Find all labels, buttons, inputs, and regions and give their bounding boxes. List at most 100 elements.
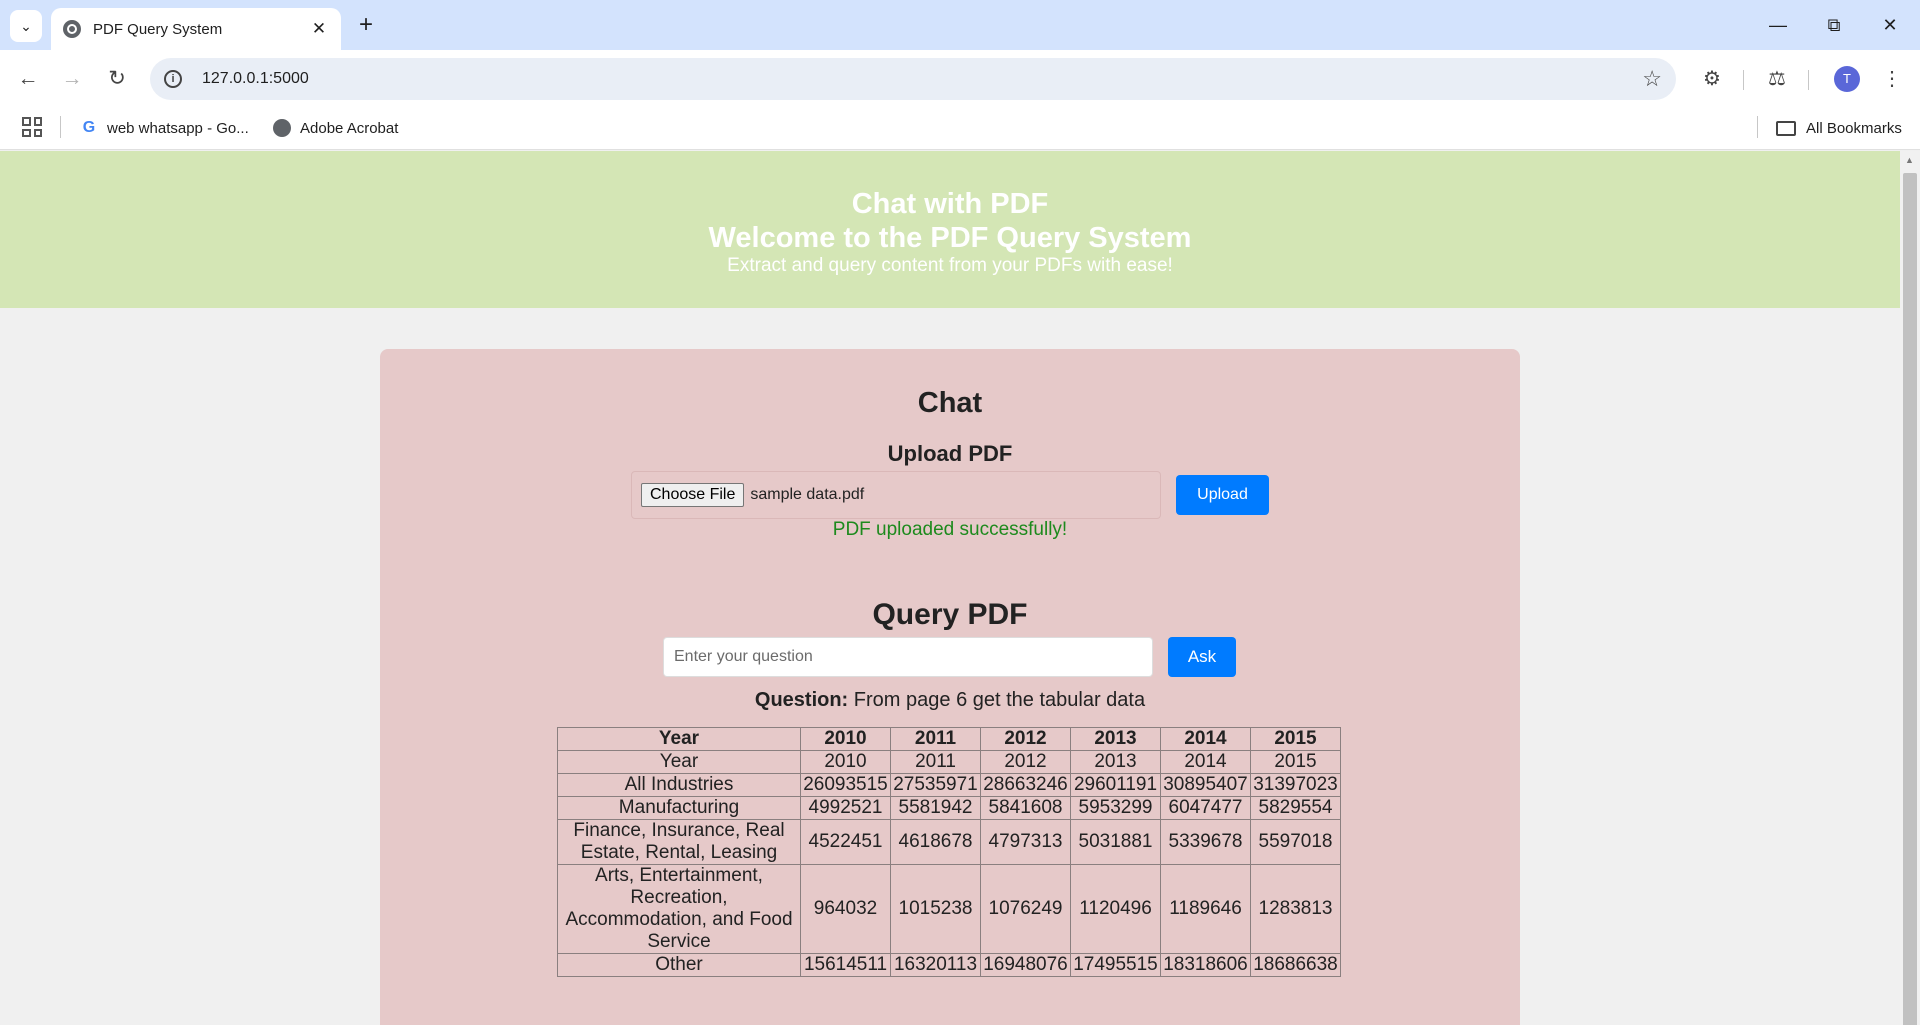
- table-cell: Other: [557, 953, 801, 977]
- address-bar[interactable]: i 127.0.0.1:5000 ☆: [150, 58, 1676, 100]
- table-header-cell: 2013: [1070, 727, 1161, 751]
- menu-kebab-icon[interactable]: ⋮: [1877, 64, 1907, 94]
- table-row: Finance, Insurance, Real Estate, Rental,…: [557, 819, 1341, 865]
- close-window-button[interactable]: ✕: [1870, 10, 1910, 40]
- table-cell: 18318606: [1160, 953, 1251, 977]
- table-cell: 16948076: [980, 953, 1071, 977]
- minimize-button[interactable]: —: [1758, 10, 1798, 40]
- table-cell: 1015238: [890, 864, 981, 954]
- table-cell: 2012: [980, 750, 1071, 774]
- bookmark-label: web whatsapp - Go...: [107, 119, 249, 137]
- upload-title: Upload PDF: [887, 441, 1013, 466]
- labs-flask-icon[interactable]: ⚖: [1762, 64, 1792, 94]
- all-bookmarks-label: All Bookmarks: [1806, 119, 1902, 137]
- table-cell: 5581942: [890, 796, 981, 820]
- globe-icon: [273, 119, 291, 137]
- table-cell: All Industries: [557, 773, 801, 797]
- table-cell: 16320113: [890, 953, 981, 977]
- table-cell: 2011: [890, 750, 981, 774]
- table-row: Other 15614511 16320113 16948076 1749551…: [557, 953, 1341, 977]
- table-cell: 2013: [1070, 750, 1161, 774]
- table-header-cell: 2015: [1250, 727, 1341, 751]
- restore-button[interactable]: ⧉: [1814, 10, 1854, 40]
- table-cell: Manufacturing: [557, 796, 801, 820]
- hero-subtitle: Welcome to the PDF Query System: [708, 222, 1192, 254]
- close-icon[interactable]: ✕: [309, 19, 329, 39]
- browser-tab[interactable]: PDF Query System ✕: [51, 8, 341, 50]
- scrollbar-thumb[interactable]: [1903, 173, 1917, 1025]
- question-label: Question:: [754, 689, 849, 711]
- table-cell: 1076249: [980, 864, 1071, 954]
- question-input[interactable]: [663, 637, 1153, 677]
- table-row: Year 2010 2011 2012 2013 2014 2015: [557, 750, 1341, 774]
- table-row: Manufacturing 4992521 5581942 5841608 59…: [557, 796, 1341, 820]
- apps-grid-icon[interactable]: [22, 117, 42, 137]
- table-cell: 4992521: [800, 796, 891, 820]
- table-cell: 30895407: [1160, 773, 1251, 797]
- site-info-icon[interactable]: i: [164, 70, 182, 88]
- table-cell: 5953299: [1070, 796, 1161, 820]
- bookmarks-divider: [1757, 116, 1758, 138]
- scroll-up-arrow-icon[interactable]: ▲: [1905, 155, 1914, 165]
- page-scrollbar[interactable]: ▲: [1900, 151, 1920, 1025]
- table-cell: 31397023: [1250, 773, 1341, 797]
- extensions-icon[interactable]: ⚙: [1697, 64, 1727, 94]
- table-cell: 6047477: [1160, 796, 1251, 820]
- table-cell: 5841608: [980, 796, 1071, 820]
- reload-button[interactable]: ↻: [102, 64, 132, 94]
- table-cell: 5829554: [1250, 796, 1341, 820]
- all-bookmarks-button[interactable]: All Bookmarks: [1776, 116, 1902, 140]
- table-cell: 15614511: [800, 953, 891, 977]
- table-cell: 1189646: [1160, 864, 1251, 954]
- chat-card: Chat Upload PDF Choose File sample data.…: [380, 349, 1520, 1025]
- upload-button[interactable]: Upload: [1176, 475, 1269, 515]
- table-cell: 5597018: [1250, 819, 1341, 865]
- table-row: All Industries 26093515 27535971 2866324…: [557, 773, 1341, 797]
- file-input[interactable]: Choose File sample data.pdf: [631, 471, 1161, 519]
- table-cell: 4522451: [800, 819, 891, 865]
- google-icon: G: [82, 119, 96, 136]
- table-cell: 26093515: [800, 773, 891, 797]
- question-text: From page 6 get the tabular data: [853, 689, 1146, 711]
- question-display: Question: From page 6 get the tabular da…: [380, 689, 1520, 712]
- hero-title: Chat with PDF: [851, 188, 1049, 220]
- folder-icon: [1776, 120, 1796, 136]
- hero-tagline: Extract and query content from your PDFs…: [727, 255, 1173, 276]
- globe-icon: [63, 20, 81, 38]
- profile-avatar[interactable]: T: [1834, 66, 1860, 92]
- forward-button[interactable]: →: [57, 64, 87, 94]
- bookmark-star-icon[interactable]: ☆: [1642, 66, 1662, 92]
- table-cell: Arts, Entertainment, Recreation, Accommo…: [557, 864, 801, 954]
- bookmarks-divider: [60, 116, 61, 138]
- table-cell: 17495515: [1070, 953, 1161, 977]
- browser-toolbar: ← → ↻ i 127.0.0.1:5000 ☆ ⚙ ⚖ T ⋮: [0, 50, 1920, 108]
- table-header-cell: Year: [557, 727, 801, 751]
- choose-file-button[interactable]: Choose File: [641, 483, 745, 507]
- table-header-cell: 2012: [980, 727, 1071, 751]
- table-cell: Finance, Insurance, Real Estate, Rental,…: [557, 819, 801, 865]
- url-text: 127.0.0.1:5000: [202, 70, 309, 87]
- page-viewport: Chat with PDF Welcome to the PDF Query S…: [0, 151, 1900, 1025]
- bookmark-label: Adobe Acrobat: [300, 119, 399, 137]
- table-cell: 2014: [1160, 750, 1251, 774]
- result-table: Year 2010 2011 2012 2013 2014 2015 Year …: [557, 727, 1341, 977]
- bookmark-adobe-acrobat[interactable]: Adobe Acrobat: [273, 116, 398, 140]
- back-button[interactable]: ←: [13, 64, 43, 94]
- table-header-row: Year 2010 2011 2012 2013 2014 2015: [557, 727, 1341, 751]
- tab-search-button[interactable]: ⌄: [10, 10, 42, 42]
- table-cell: 1120496: [1070, 864, 1161, 954]
- table-cell: Year: [557, 750, 801, 774]
- bookmark-whatsapp[interactable]: G web whatsapp - Go...: [80, 116, 249, 140]
- table-cell: 964032: [800, 864, 891, 954]
- selected-file-name: sample data.pdf: [750, 486, 865, 503]
- table-cell: 2010: [800, 750, 891, 774]
- table-cell: 28663246: [980, 773, 1071, 797]
- table-header-cell: 2011: [890, 727, 981, 751]
- table-cell: 5031881: [1070, 819, 1161, 865]
- table-cell: 18686638: [1250, 953, 1341, 977]
- chat-title: Chat: [917, 387, 983, 419]
- new-tab-button[interactable]: +: [352, 12, 380, 40]
- upload-success-message: PDF uploaded successfully!: [832, 519, 1068, 540]
- ask-button[interactable]: Ask: [1168, 637, 1236, 677]
- table-header-cell: 2014: [1160, 727, 1251, 751]
